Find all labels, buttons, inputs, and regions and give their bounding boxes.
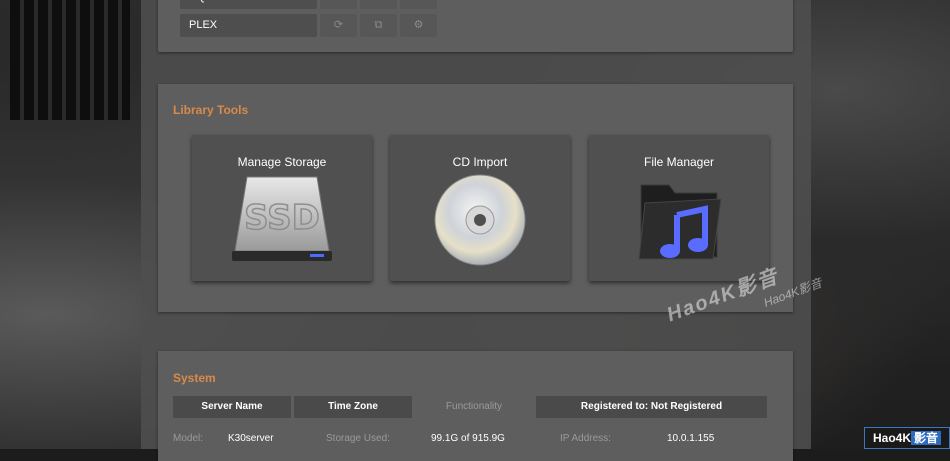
cd-import-tile[interactable]: CD Import	[390, 135, 570, 281]
ip-value: 10.0.1.155	[667, 433, 715, 444]
tile-label: Manage Storage	[237, 155, 327, 169]
ssd-drive-icon: SSD	[232, 176, 332, 261]
library-tools-panel: Library Tools Manage Storage SSD CD Impo…	[158, 84, 793, 312]
site-badge: Hao4K 影音	[864, 427, 950, 449]
service-name: HQPLAYER	[180, 0, 317, 9]
service-row-hqplayer: HQPLAYER ⟳ ⧉ ⚙	[180, 0, 437, 9]
service-name: PLEX	[180, 14, 317, 37]
section-title: System	[173, 371, 216, 385]
tile-label: File Manager	[643, 155, 715, 169]
storage-value: 99.1G of 915.9G	[431, 433, 505, 444]
model-value: K30server	[228, 433, 274, 444]
open-external-button[interactable]: ⧉	[360, 14, 397, 37]
settings-button[interactable]: ⚙	[400, 0, 437, 9]
tile-label: CD Import	[452, 155, 508, 169]
open-external-button[interactable]: ⧉	[360, 0, 397, 9]
settings-button[interactable]: ⚙	[400, 14, 437, 37]
music-folder-icon	[638, 184, 722, 260]
server-name-header[interactable]: Server Name	[173, 396, 291, 418]
registration-header[interactable]: Registered to: Not Registered	[536, 396, 767, 418]
system-panel: System Server Name Time Zone Functionali…	[158, 351, 793, 461]
section-title: Library Tools	[173, 103, 249, 117]
model-label: Model:	[173, 433, 204, 444]
restart-button[interactable]: ⟳	[320, 0, 357, 9]
heatsink-fins	[10, 0, 130, 120]
storage-label: Storage Used:	[326, 433, 390, 444]
service-row-plex: PLEX ⟳ ⧉ ⚙	[180, 14, 437, 37]
ssd-label: SSD	[244, 198, 320, 238]
file-manager-tile[interactable]: File Manager	[589, 135, 769, 281]
manage-storage-tile[interactable]: Manage Storage SSD	[192, 135, 372, 281]
restart-button[interactable]: ⟳	[320, 14, 357, 37]
functionality-header: Functionality	[445, 401, 503, 412]
time-zone-header[interactable]: Time Zone	[294, 396, 412, 418]
badge-prefix: Hao4K	[872, 431, 911, 445]
services-panel: HQPLAYER ⟳ ⧉ ⚙ PLEX ⟳ ⧉ ⚙	[158, 0, 793, 52]
badge-suffix: 影音	[911, 431, 942, 445]
ip-label: IP Address:	[560, 433, 611, 444]
cd-disc-icon	[434, 174, 526, 266]
